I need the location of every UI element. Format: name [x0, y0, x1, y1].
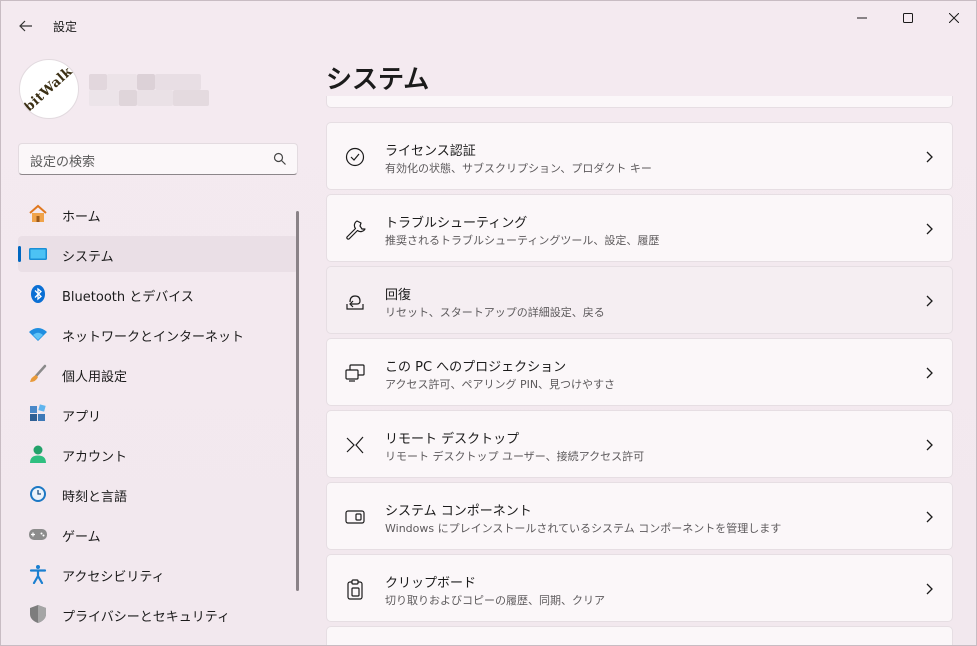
back-button[interactable]	[11, 11, 41, 41]
card-title: トラブルシューティング	[385, 216, 528, 231]
sidebar-item-label: アプリ	[62, 410, 102, 425]
sidebar-item-label: 時刻と言語	[62, 490, 128, 505]
partial-card[interactable]	[326, 96, 953, 108]
bluetooth-icon	[28, 284, 48, 304]
card-title: クリップボード	[385, 576, 477, 591]
card-activation[interactable]: ライセンス認証 有効化の状態、サブスクリプション、プロダクト キー	[326, 122, 953, 190]
activation-check-icon	[345, 147, 365, 167]
sidebar-item-bluetooth[interactable]: Bluetooth とデバイス	[18, 276, 298, 312]
minimize-button[interactable]	[839, 1, 885, 35]
settings-window: 設定 bitWalk 設定の検索 ホーム システム Bluetooth とデバイ…	[0, 0, 977, 646]
card-subtitle: リセット、スタートアップの詳細設定、戻る	[385, 306, 605, 319]
card-projection[interactable]: この PC へのプロジェクション アクセス許可、ペアリング PIN、見つけやすさ	[326, 338, 953, 406]
close-icon	[949, 13, 959, 23]
time-language-icon	[28, 484, 48, 504]
brush-icon	[28, 364, 48, 384]
close-button[interactable]	[931, 1, 976, 35]
sidebar-scrollbar[interactable]	[296, 211, 299, 591]
projection-icon	[345, 364, 365, 382]
maximize-icon	[903, 13, 913, 23]
app-title: 設定	[53, 20, 78, 34]
sidebar-item-privacy-security[interactable]: プライバシーとセキュリティ	[18, 596, 298, 632]
system-icon	[28, 244, 48, 264]
chevron-right-icon	[926, 367, 933, 379]
card-troubleshoot[interactable]: トラブルシューティング 推奨されるトラブルシューティングツール、設定、履歴	[326, 194, 953, 262]
minimize-icon	[857, 17, 867, 19]
wrench-icon	[346, 220, 366, 240]
card-subtitle: 有効化の状態、サブスクリプション、プロダクト キー	[385, 162, 652, 175]
chevron-right-icon	[926, 583, 933, 595]
card-title: この PC へのプロジェクション	[385, 360, 567, 375]
active-indicator	[18, 246, 21, 262]
apps-icon	[28, 404, 48, 424]
search-icon	[273, 152, 286, 165]
remote-desktop-icon	[346, 436, 364, 454]
back-arrow-icon	[19, 20, 32, 32]
sidebar-item-label: システム	[62, 250, 114, 265]
card-subtitle: Windows にプレインストールされているシステム コンポーネントを管理します	[385, 522, 782, 535]
sidebar-item-accessibility[interactable]: アクセシビリティ	[18, 556, 298, 592]
chevron-right-icon	[926, 511, 933, 523]
search-placeholder: 設定の検索	[30, 155, 96, 170]
avatar-logo: bitWalk	[21, 63, 77, 115]
sidebar-item-label: ホーム	[62, 210, 101, 225]
recovery-icon	[346, 295, 364, 310]
card-remote-desktop[interactable]: リモート デスクトップ リモート デスクトップ ユーザー、接続アクセス許可	[326, 410, 953, 478]
sidebar-item-label: アカウント	[62, 450, 128, 465]
account-icon	[28, 444, 48, 464]
sidebar-item-network[interactable]: ネットワークとインターネット	[18, 316, 298, 352]
sidebar-item-home[interactable]: ホーム	[18, 196, 298, 232]
sidebar-item-apps[interactable]: アプリ	[18, 396, 298, 432]
chevron-right-icon	[926, 295, 933, 307]
sidebar-item-accounts[interactable]: アカウント	[18, 436, 298, 472]
sidebar-item-label: 個人用設定	[62, 370, 128, 385]
partial-card[interactable]	[326, 626, 953, 645]
gaming-icon	[28, 524, 48, 544]
wifi-icon	[28, 324, 48, 344]
card-subtitle: 切り取りおよびコピーの履歴、同期、クリア	[385, 594, 605, 607]
card-title: ライセンス認証	[385, 144, 476, 159]
avatar[interactable]: bitWalk	[19, 59, 79, 119]
sidebar-item-label: アクセシビリティ	[62, 570, 165, 585]
chevron-right-icon	[926, 439, 933, 451]
sidebar-item-label: ゲーム	[62, 530, 101, 545]
card-subtitle: アクセス許可、ペアリング PIN、見つけやすさ	[385, 378, 616, 391]
sidebar-item-personalization[interactable]: 個人用設定	[18, 356, 298, 392]
settings-list: ライセンス認証 有効化の状態、サブスクリプション、プロダクト キー トラブルシュ…	[326, 96, 953, 645]
maximize-button[interactable]	[885, 1, 931, 35]
accessibility-icon	[28, 564, 48, 584]
search-input[interactable]: 設定の検索	[18, 143, 298, 175]
chevron-right-icon	[926, 151, 933, 163]
card-subtitle: 推奨されるトラブルシューティングツール、設定、履歴	[385, 234, 660, 247]
sidebar-nav: ホーム システム Bluetooth とデバイス ネットワークとインターネット …	[18, 196, 298, 636]
card-clipboard[interactable]: クリップボード 切り取りおよびコピーの履歴、同期、クリア	[326, 554, 953, 622]
card-subtitle: リモート デスクトップ ユーザー、接続アクセス許可	[385, 450, 645, 463]
sidebar-item-time-language[interactable]: 時刻と言語	[18, 476, 298, 512]
page-title: システム	[326, 65, 430, 95]
chevron-right-icon	[926, 223, 933, 235]
title-bar: 設定	[1, 1, 976, 49]
card-system-components[interactable]: システム コンポーネント Windows にプレインストールされているシステム …	[326, 482, 953, 550]
sidebar-item-label: プライバシーとセキュリティ	[62, 610, 230, 625]
system-components-icon	[345, 510, 365, 524]
sidebar-item-system[interactable]: システム	[18, 236, 298, 272]
card-title: 回復	[385, 288, 412, 303]
clipboard-icon	[347, 579, 363, 600]
card-title: システム コンポーネント	[385, 504, 532, 519]
sidebar-item-label: ネットワークとインターネット	[62, 330, 245, 345]
home-icon	[28, 204, 48, 224]
card-title: リモート デスクトップ	[385, 432, 520, 447]
shield-icon	[28, 604, 48, 624]
sidebar-item-label: Bluetooth とデバイス	[62, 290, 194, 305]
sidebar-item-gaming[interactable]: ゲーム	[18, 516, 298, 552]
card-recovery[interactable]: 回復 リセット、スタートアップの詳細設定、戻る	[326, 266, 953, 334]
